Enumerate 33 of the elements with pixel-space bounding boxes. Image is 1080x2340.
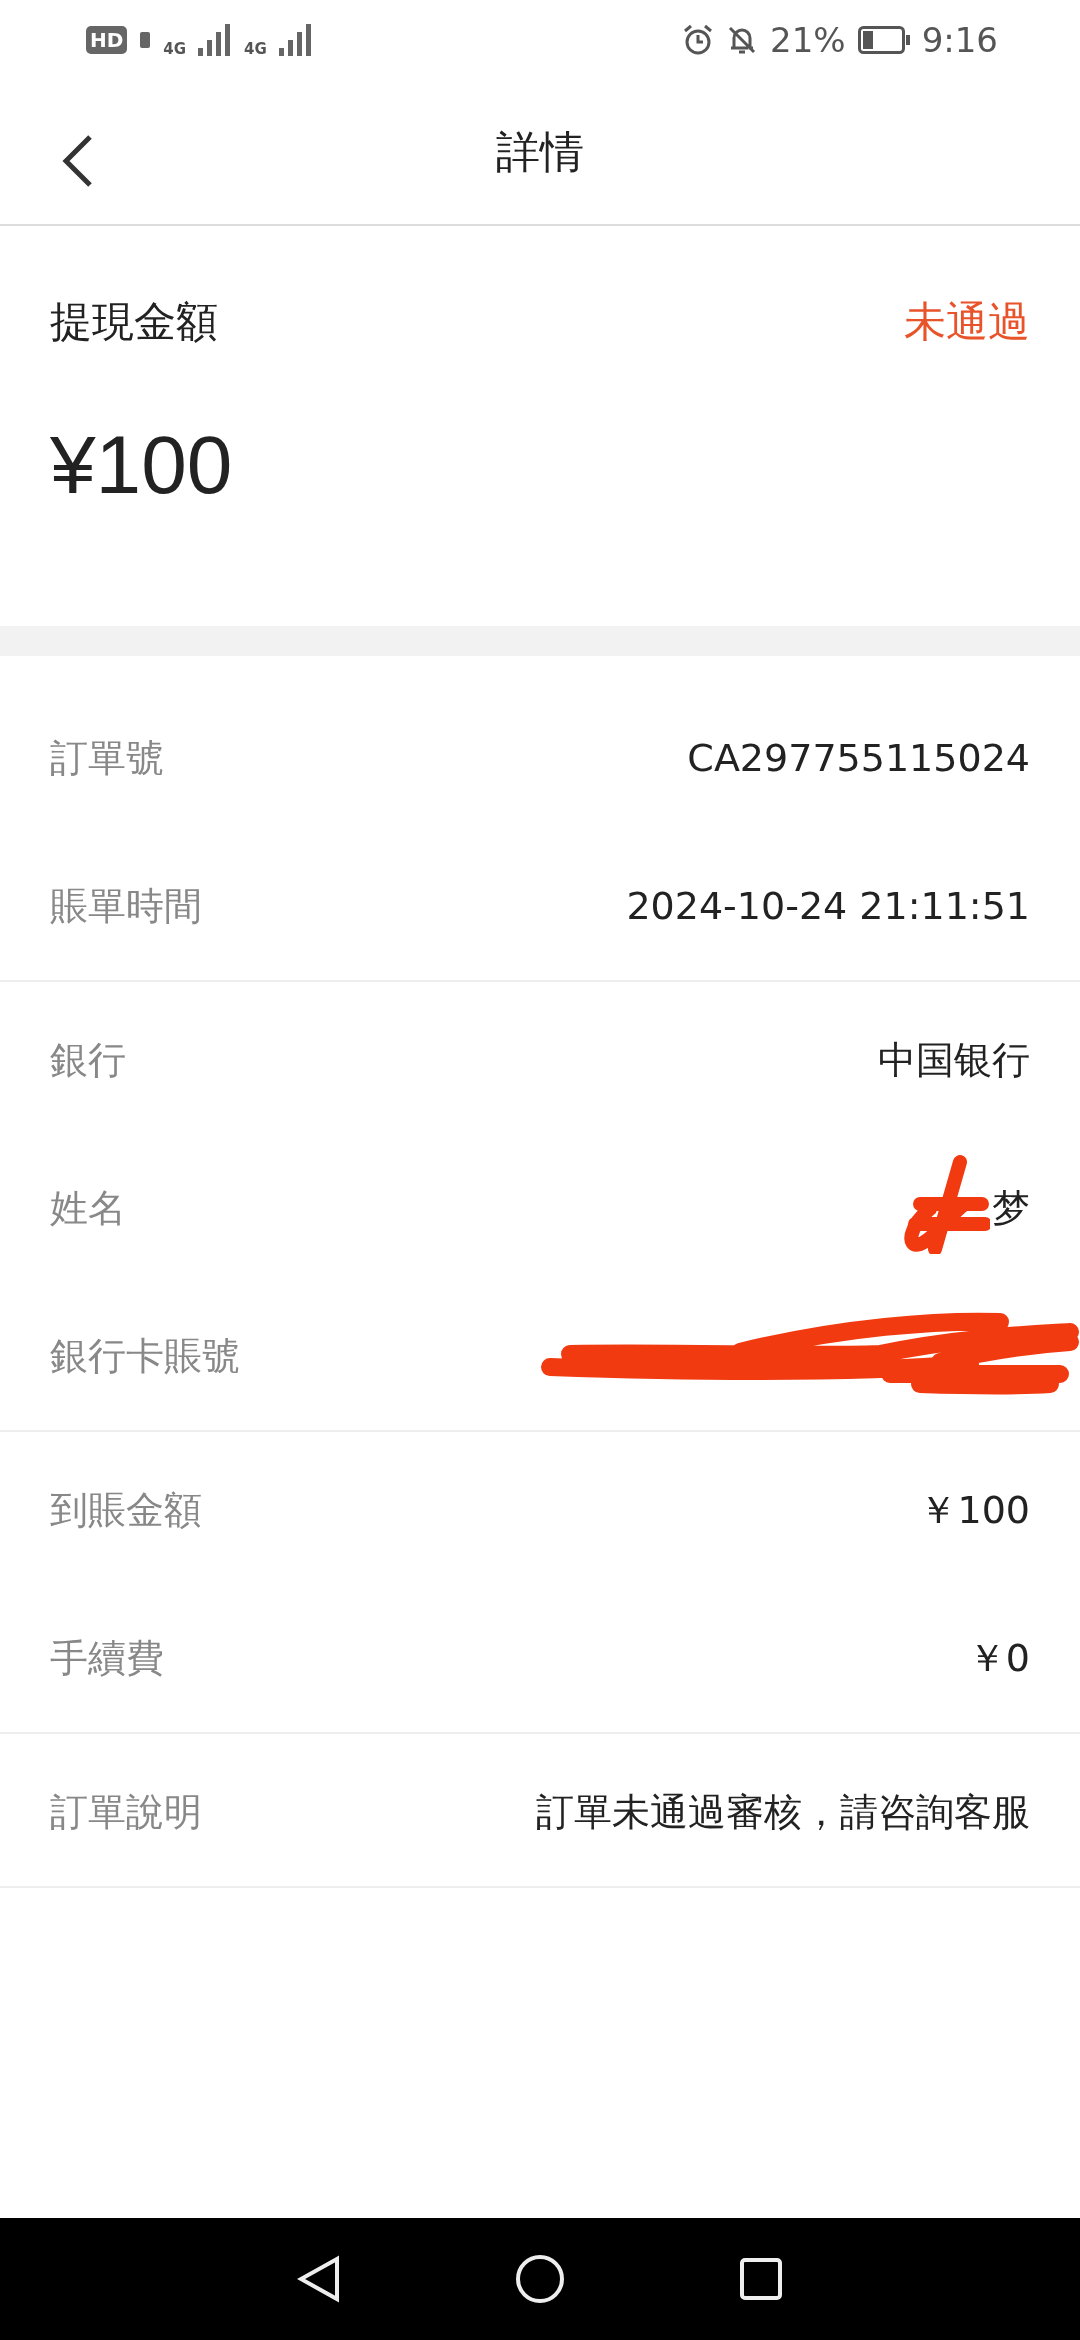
withdrawal-amount-label: 提現金額 [50, 296, 218, 348]
signal-icon [278, 24, 313, 56]
square-recents-icon [739, 2257, 783, 2301]
detail-label: 姓名 [50, 1184, 126, 1232]
hd-badge: HD [86, 26, 128, 54]
sim-icon [139, 31, 152, 49]
detail-label: 銀行 [50, 1036, 126, 1084]
back-icon [60, 134, 94, 188]
detail-label: 賬單時間 [50, 882, 202, 930]
status-text: 未通過 [904, 296, 1030, 348]
triangle-back-icon [297, 2255, 341, 2303]
amount-value: ¥100 [50, 418, 234, 512]
page-title: 詳情 [496, 124, 584, 179]
detail-value: 2024-10-24 21:11:51 [626, 884, 1030, 928]
detail-label: 訂單號 [50, 734, 164, 782]
detail-label: 銀行卡賬號 [50, 1332, 240, 1380]
detail-value: 梦 [992, 1184, 1030, 1232]
detail-label: 訂單說明 [50, 1788, 202, 1836]
clock-time: 9:16 [921, 20, 998, 60]
detail-value: ￥100 [919, 1486, 1030, 1534]
detail-value: CA297755115024 [687, 736, 1030, 780]
detail-value: ￥0 [967, 1634, 1030, 1682]
detail-label: 手續費 [50, 1634, 164, 1682]
network-label: 4G [244, 40, 267, 58]
detail-value: 訂單未通過審核，請咨詢客服 [536, 1788, 1030, 1836]
detail-value: 中国银行 [878, 1036, 1030, 1084]
home-circle-icon [515, 2254, 565, 2304]
alarm-clock-icon [682, 24, 715, 56]
network-label: 4G [163, 40, 187, 58]
detail-label: 到賬金額 [50, 1486, 202, 1534]
signal-icon [198, 24, 233, 56]
battery-percentage: 21% [770, 20, 846, 60]
battery-icon [857, 26, 910, 54]
